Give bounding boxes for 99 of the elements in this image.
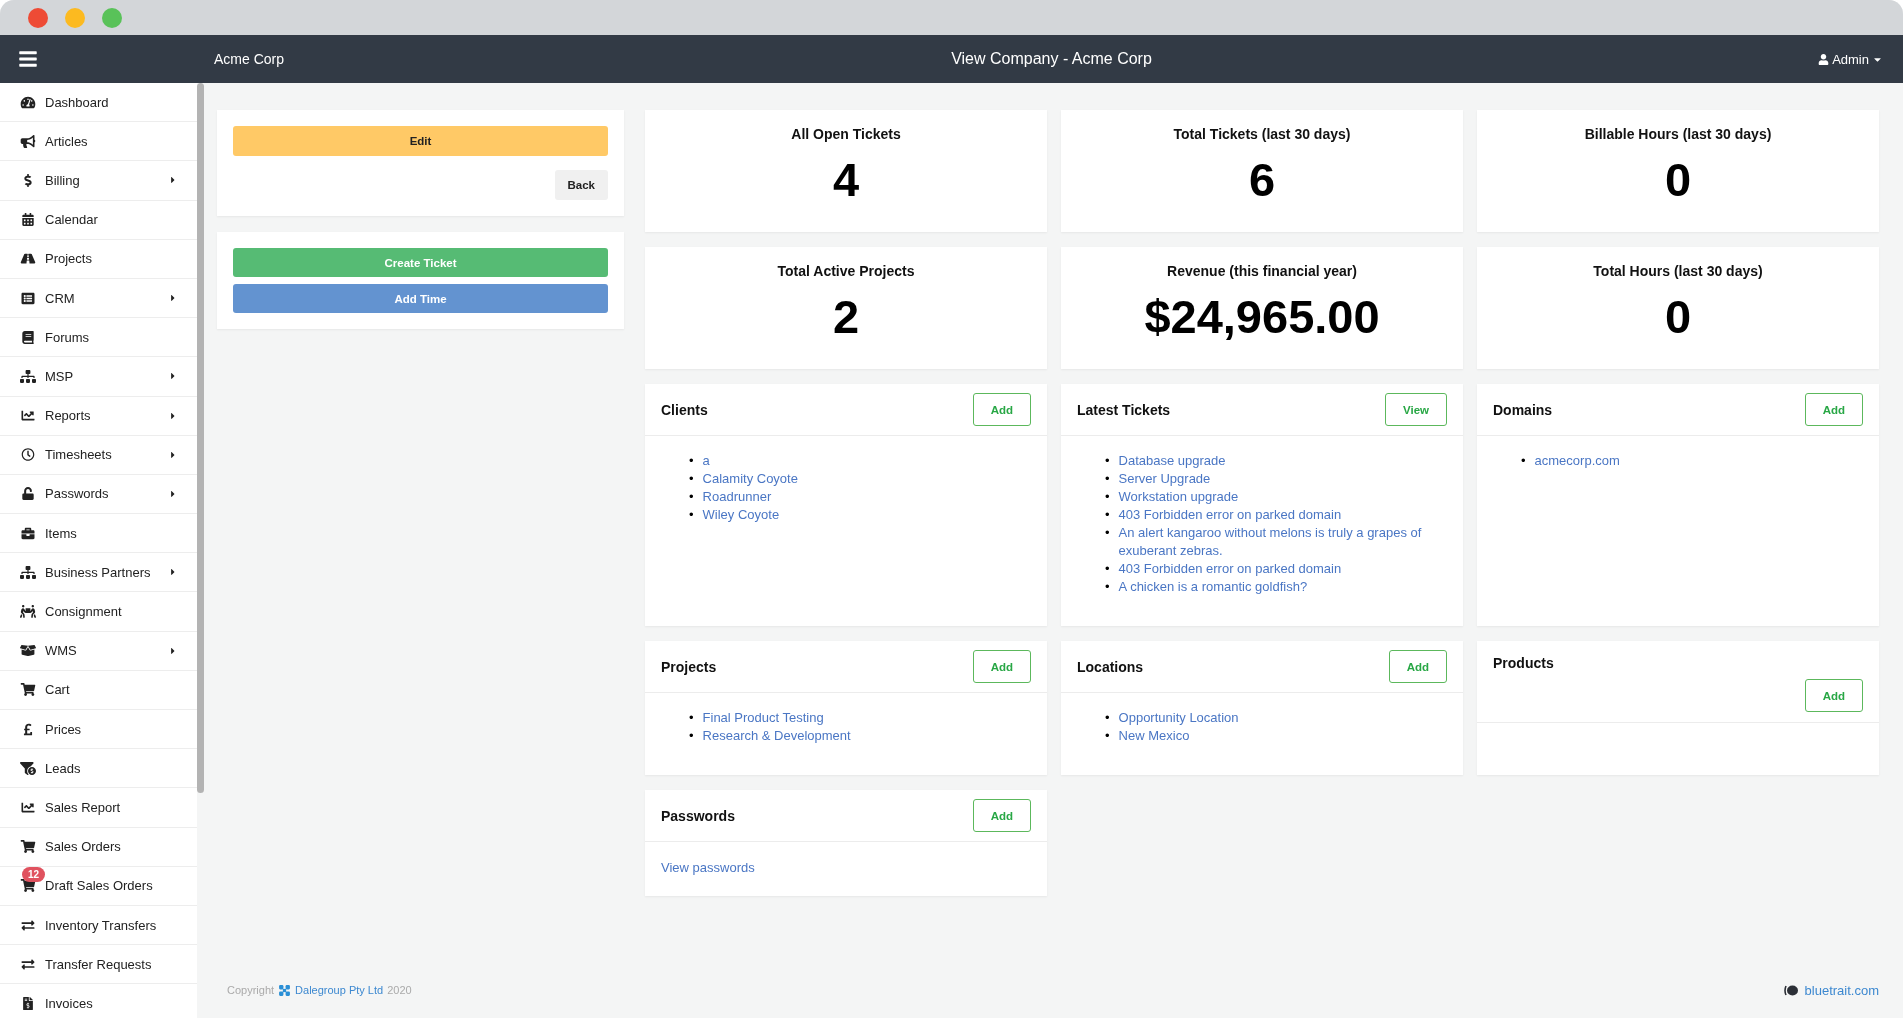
bullet: • — [1105, 727, 1110, 745]
snowflake-logo-icon — [278, 983, 292, 997]
cart-icon — [20, 683, 36, 697]
list-link[interactable]: Server Upgrade — [1118, 470, 1211, 488]
user-menu[interactable]: Admin — [1818, 51, 1883, 67]
panel-title: Latest Tickets — [1077, 401, 1171, 418]
bullet: • — [1521, 452, 1526, 470]
list-link[interactable]: Research & Development — [702, 727, 851, 745]
brand-name: Acme Corp — [214, 51, 285, 67]
minimize-window-icon[interactable] — [65, 7, 85, 28]
stat-label: Total Hours (last 30 days) — [1593, 263, 1763, 279]
stat-value: 0 — [1664, 152, 1692, 207]
bullet: • — [1105, 560, 1110, 578]
line-chart-icon — [20, 409, 36, 423]
arrows-icon — [20, 918, 36, 932]
panel-title: Products — [1493, 655, 1555, 671]
panel-action-button[interactable]: Add — [1388, 650, 1447, 683]
open-box-icon — [20, 644, 36, 658]
edit-button[interactable]: Edit — [233, 126, 608, 156]
bullet: • — [1105, 452, 1110, 470]
panel-title: Projects — [661, 658, 717, 675]
panel-action-button[interactable]: Add — [972, 799, 1031, 832]
panel-title: Locations — [1077, 658, 1144, 675]
list-link[interactable]: acmecorp.com — [1534, 452, 1620, 470]
bullet: • — [689, 470, 694, 488]
stat-value: 6 — [1248, 152, 1276, 207]
list-link[interactable]: Database upgrade — [1118, 452, 1226, 470]
clock-icon — [20, 448, 36, 462]
list-link[interactable]: a — [702, 452, 710, 470]
stat-value: 4 — [832, 152, 860, 207]
bullet: • — [1105, 488, 1110, 506]
list-link[interactable]: Roadrunner — [702, 488, 772, 506]
add-time-button[interactable]: Add Time — [233, 284, 608, 313]
sidebar-item[interactable]: Draft Sales Orders 12 — [0, 866, 197, 906]
copyright-text: Copyright — [227, 984, 275, 996]
panel-action-button[interactable]: Add — [972, 393, 1031, 426]
list-link[interactable]: New Mexico — [1118, 727, 1190, 745]
bullet: • — [689, 709, 694, 727]
menu-icon[interactable] — [18, 49, 38, 69]
bullet: • — [689, 452, 694, 470]
list-link[interactable]: An alert kangaroo without melons is truly a grapes of exuberant zebras. — [1118, 524, 1447, 560]
people-carrying-icon — [20, 605, 36, 619]
list-link[interactable]: Final Product Testing — [702, 709, 824, 727]
list-link[interactable]: 403 Forbidden error on parked domain — [1118, 560, 1342, 578]
invoice-icon — [20, 996, 36, 1010]
stat-label: Total Active Projects — [777, 263, 915, 279]
user-icon — [1818, 53, 1830, 65]
panel-action-button[interactable]: Add — [1804, 393, 1863, 426]
copyright-year: 2020 — [387, 984, 412, 996]
close-window-icon[interactable] — [28, 7, 48, 28]
list-link[interactable]: Opportunity Location — [1118, 709, 1239, 727]
view-passwords-link[interactable]: View passwords — [661, 860, 755, 875]
bullet: • — [689, 506, 694, 524]
list-link[interactable]: A chicken is a romantic goldfish? — [1118, 578, 1308, 596]
panel-action-button[interactable]: Add — [972, 650, 1031, 683]
bullet: • — [689, 488, 694, 506]
sitemap-icon — [20, 369, 36, 383]
panel-action-button[interactable]: Add — [1804, 679, 1863, 712]
list-link[interactable]: 403 Forbidden error on parked domain — [1118, 506, 1342, 524]
road-icon — [20, 252, 36, 266]
book-icon — [20, 330, 36, 344]
stat-label: Revenue (this financial year) — [1167, 263, 1357, 279]
stat-value: 0 — [1664, 289, 1692, 344]
bullet: • — [1105, 524, 1110, 542]
list-icon — [20, 291, 36, 305]
panel-title: Domains — [1493, 401, 1553, 418]
stat-label: All Open Tickets — [791, 126, 901, 142]
maximize-window-icon[interactable] — [102, 7, 122, 28]
funnel-dollar-icon — [20, 761, 36, 775]
panel-title: Passwords — [661, 807, 735, 824]
megaphone-icon — [20, 134, 36, 148]
cart-icon — [20, 840, 36, 854]
briefcase-icon — [20, 526, 36, 540]
bullet: • — [1105, 506, 1110, 524]
stat-value: $24,965.00 — [1144, 289, 1380, 344]
logo-icon — [1783, 983, 1800, 997]
panel-title: Clients — [661, 401, 708, 418]
calendar-icon — [20, 213, 36, 227]
list-link[interactable]: Wiley Coyote — [702, 506, 780, 524]
list-link[interactable]: Calamity Coyote — [702, 470, 798, 488]
bullet: • — [1105, 470, 1110, 488]
padlock-icon — [20, 487, 36, 501]
panel-action-button[interactable]: View — [1385, 393, 1447, 426]
bullet: • — [1105, 709, 1110, 727]
page-title: View Company - Acme Corp — [951, 50, 1152, 68]
company-link[interactable]: Dalegroup Pty Ltd — [295, 984, 384, 996]
back-button[interactable]: Back — [554, 170, 608, 200]
bullet: • — [689, 727, 694, 745]
vendor-link[interactable]: bluetrait.com — [1783, 982, 1879, 998]
list-link[interactable]: Workstation upgrade — [1118, 488, 1239, 506]
gauge-icon — [20, 95, 36, 109]
stat-label: Billable Hours (last 30 days) — [1584, 126, 1772, 142]
stat-value: 2 — [832, 289, 860, 344]
bullet: • — [1105, 578, 1110, 596]
line-chart-icon — [20, 800, 36, 814]
stat-label: Total Tickets (last 30 days) — [1173, 126, 1351, 142]
sitemap-icon — [20, 565, 36, 579]
arrows-icon — [20, 957, 36, 971]
scrollbar-thumb[interactable] — [197, 83, 204, 793]
